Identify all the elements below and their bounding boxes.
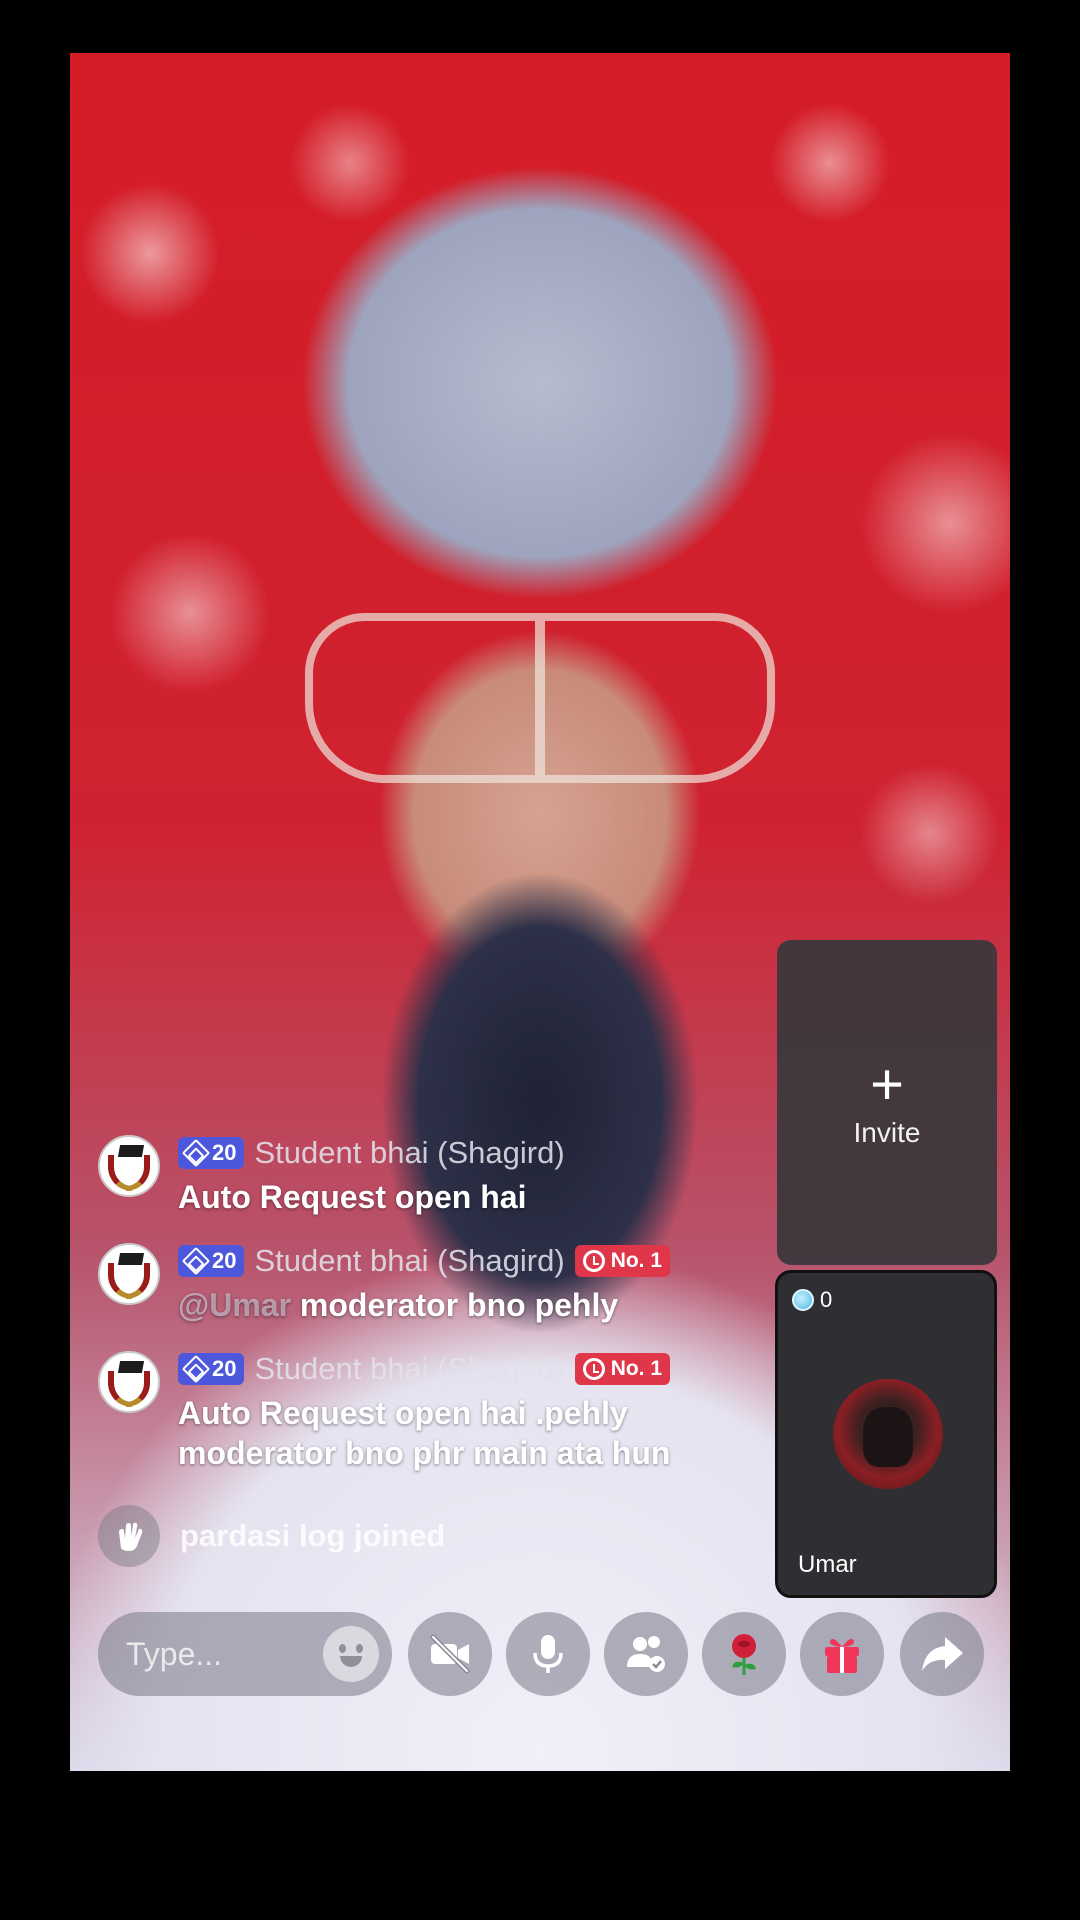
rank-badge: No. 1 — [574, 1353, 671, 1385]
username[interactable]: Student bhai (Shagird) — [254, 1243, 564, 1279]
message-text: Auto Request open hai .pehly moderator b… — [178, 1395, 671, 1471]
alarm-clock-icon — [582, 1250, 605, 1272]
gift-icon — [825, 1639, 859, 1673]
diamond-icon — [181, 1246, 211, 1276]
guest-card[interactable]: 0 Umar — [775, 1270, 997, 1598]
level-value: 20 — [212, 1140, 237, 1165]
diamond-icon — [181, 1138, 211, 1168]
avatar[interactable] — [98, 1243, 160, 1305]
username[interactable]: Student bhai (Shagird) — [254, 1351, 564, 1387]
guest-name: Umar — [798, 1551, 857, 1578]
mic-button[interactable] — [506, 1612, 590, 1696]
share-arrow-icon — [922, 1637, 963, 1671]
rose-icon — [732, 1634, 756, 1675]
gift-button[interactable] — [800, 1612, 884, 1696]
level-badge: 20 — [178, 1137, 245, 1169]
guests-button[interactable] — [604, 1612, 688, 1696]
video-off-icon — [430, 1634, 470, 1674]
rank-badge: No. 1 — [574, 1245, 671, 1277]
guest-count-value: 0 — [820, 1287, 833, 1312]
share-button[interactable] — [900, 1612, 984, 1696]
rank-value: No. 1 — [610, 1357, 663, 1380]
message-text: Auto Request open hai — [178, 1179, 527, 1215]
join-notice: pardasi log joined — [98, 1505, 445, 1567]
join-text: pardasi log joined — [180, 1518, 446, 1553]
bottom-action-bar: Type... — [98, 1612, 986, 1696]
rose-gift-button[interactable] — [702, 1612, 786, 1696]
username[interactable]: Student bhai (Shagird) — [254, 1135, 564, 1171]
gem-icon — [792, 1289, 814, 1311]
avatar[interactable] — [98, 1351, 160, 1413]
level-badge: 20 — [178, 1245, 245, 1277]
people-icon — [627, 1636, 665, 1672]
level-value: 20 — [212, 1356, 237, 1381]
chat-input-placeholder: Type... — [126, 1635, 223, 1672]
level-badge: 20 — [178, 1353, 245, 1385]
alarm-clock-icon — [582, 1358, 605, 1380]
rank-value: No. 1 — [610, 1249, 663, 1272]
wave-icon — [98, 1505, 160, 1567]
plus-icon: + — [870, 1051, 904, 1117]
message-text: @Umar moderator bno pehly — [178, 1285, 778, 1325]
avatar[interactable] — [833, 1379, 943, 1489]
invite-label: Invite — [853, 1116, 921, 1148]
emoji-icon[interactable] — [323, 1626, 379, 1682]
invite-card[interactable]: + Invite — [777, 940, 997, 1265]
mention[interactable]: @Umar — [178, 1287, 291, 1323]
host-glasses — [305, 613, 775, 783]
avatar[interactable] — [98, 1135, 160, 1197]
microphone-icon — [533, 1635, 563, 1673]
level-value: 20 — [212, 1248, 237, 1273]
message-body: moderator bno pehly — [299, 1287, 619, 1323]
camera-off-button[interactable] — [408, 1612, 492, 1696]
guest-score: 0 — [792, 1287, 832, 1313]
diamond-icon — [181, 1354, 211, 1384]
